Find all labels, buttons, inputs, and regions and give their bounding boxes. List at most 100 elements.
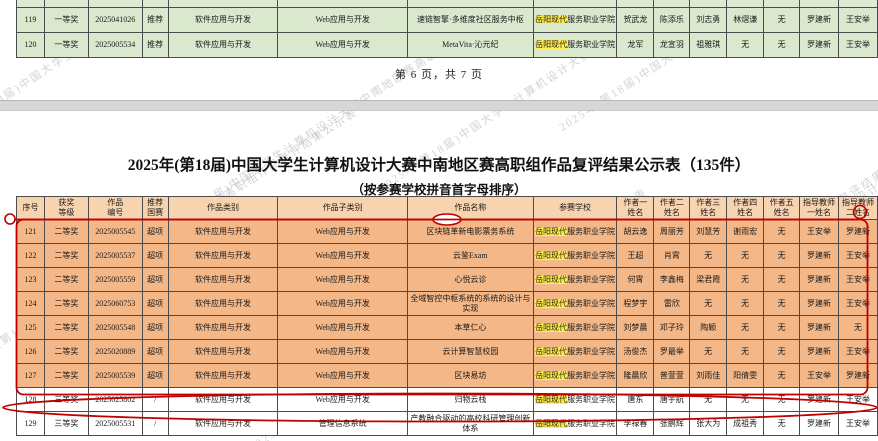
cell-author1: 程梦宇	[617, 292, 654, 316]
cell-category: 软件应用与开发	[168, 33, 278, 58]
school-highlight: 岳阳现代	[535, 419, 567, 428]
cell-teacher1: 罗建新	[800, 340, 839, 364]
cell-no	[17, 0, 45, 8]
cell-title	[408, 0, 534, 8]
cell-school	[533, 0, 617, 8]
cell-rec: /	[142, 412, 168, 436]
page-separator	[0, 100, 878, 111]
cell-teacher2: 王安举	[838, 412, 877, 436]
cell-author1: 贺武龙	[617, 8, 654, 33]
clipped-row	[17, 0, 878, 8]
header-award: 获奖 等级	[44, 197, 88, 220]
cell-rec: 超项	[142, 364, 168, 388]
cell-author3: 祖雅琪	[690, 33, 727, 58]
header-category: 作品类别	[168, 197, 278, 220]
cell-author2: 张鹏辉	[654, 412, 690, 436]
cell-school: 岳阳现代服务职业学院	[533, 8, 617, 33]
cell-author5: 无	[764, 220, 800, 244]
school-highlight: 岳阳现代	[535, 395, 567, 404]
cell-category: 软件应用与开发	[168, 388, 278, 412]
cell-author4: 成祖秀	[727, 412, 764, 436]
cell-title: 云鉴Exam	[408, 244, 534, 268]
table-row: 125二等奖2025005548超项软件应用与开发Web应用与开发本草仁心岳阳现…	[17, 316, 878, 340]
cell-category: 软件应用与开发	[168, 220, 278, 244]
cell-rec	[142, 0, 168, 8]
cell-author3: 张大为	[690, 412, 727, 436]
cell-rec: 超项	[142, 220, 168, 244]
cell-teacher1: 罗建新	[800, 292, 839, 316]
cell-teacher2: 无	[838, 316, 877, 340]
cell-title: 本草仁心	[408, 316, 534, 340]
cell-rec: 推荐	[142, 33, 168, 58]
cell-subcategory: Web应用与开发	[278, 8, 408, 33]
cell-no: 123	[17, 268, 45, 292]
cell-subcategory: Web应用与开发	[278, 292, 408, 316]
cell-code: 2025005534	[88, 33, 142, 58]
cell-author5: 无	[764, 268, 800, 292]
cell-teacher2: 王安举	[838, 292, 877, 316]
cell-title: 产教融合驱动的高校科研管理创新体系	[408, 412, 534, 436]
cell-code: 2025005531	[88, 412, 142, 436]
school-highlight: 岳阳现代	[535, 40, 567, 49]
cell-title: 速链智擎·多维度社区服务中枢	[408, 8, 534, 33]
cell-teacher1: 罗建新	[800, 33, 839, 58]
cell-school: 岳阳现代服务职业学院	[533, 364, 617, 388]
cell-award	[44, 0, 88, 8]
cell-author2: 普萱萱	[654, 364, 690, 388]
cell-school: 岳阳现代服务职业学院	[533, 244, 617, 268]
cell-code: 2025060753	[88, 292, 142, 316]
cell-title: 全域智控中枢系统的系统的设计与实现	[408, 292, 534, 316]
cell-teacher1	[800, 0, 839, 8]
cell-author5	[764, 0, 800, 8]
cell-author4: 无	[727, 33, 764, 58]
cell-award: 二等奖	[44, 316, 88, 340]
cell-author2: 周丽芳	[654, 220, 690, 244]
cell-no: 127	[17, 364, 45, 388]
cell-author5: 无	[764, 412, 800, 436]
cell-author1: 刘梦晨	[617, 316, 654, 340]
cell-author2: 雷欣	[654, 292, 690, 316]
cell-subcategory	[278, 0, 408, 8]
cell-subcategory: Web应用与开发	[278, 268, 408, 292]
cell-subcategory: Web应用与开发	[278, 220, 408, 244]
cell-teacher1: 王安举	[800, 364, 839, 388]
cell-author3	[690, 0, 727, 8]
cell-author5: 无	[764, 316, 800, 340]
cell-code: 2025005545	[88, 220, 142, 244]
cell-teacher1: 王安举	[800, 220, 839, 244]
cell-rec: 超项	[142, 244, 168, 268]
cell-category: 软件应用与开发	[168, 316, 278, 340]
cell-teacher2: 王安举	[838, 340, 877, 364]
cell-subcategory: Web应用与开发	[278, 388, 408, 412]
cell-author4: 无	[727, 292, 764, 316]
cell-author4: 无	[727, 388, 764, 412]
cell-author1: 李禄春	[617, 412, 654, 436]
cell-no: 121	[17, 220, 45, 244]
cell-code: 2025005559	[88, 268, 142, 292]
cell-award: 一等奖	[44, 33, 88, 58]
cell-author3: 刘志勇	[690, 8, 727, 33]
table-row: 129三等奖2025005531/软件应用与开发管理信息系统产教融合驱动的高校科…	[17, 412, 878, 436]
cell-award: 二等奖	[44, 220, 88, 244]
cell-author1: 汤俊杰	[617, 340, 654, 364]
cell-author4: 无	[727, 340, 764, 364]
school-highlight: 岳阳现代	[535, 371, 567, 380]
header-author3: 作者三 姓名	[690, 197, 727, 220]
cell-subcategory: Web应用与开发	[278, 316, 408, 340]
header-title: 作品名称	[408, 197, 534, 220]
cell-title: 归物云栈	[408, 388, 534, 412]
cell-author1: 唐东	[617, 388, 654, 412]
cell-author1: 王超	[617, 244, 654, 268]
cell-teacher2: 罗建新	[838, 364, 877, 388]
cell-rec: 超项	[142, 292, 168, 316]
table-row: 124二等奖2025060753超项软件应用与开发Web应用与开发全域智控中枢系…	[17, 292, 878, 316]
cell-author5: 无	[764, 244, 800, 268]
cell-author2: 邓子玲	[654, 316, 690, 340]
cell-teacher1: 罗建新	[800, 412, 839, 436]
document-viewer: 2025年(第18届)中国大学生计算机设计大赛中南地区赛高职组作品复评结果公示表…	[0, 0, 878, 441]
cell-author2	[654, 0, 690, 8]
header-author2: 作者二 姓名	[654, 197, 690, 220]
cell-rec: /	[142, 388, 168, 412]
cell-author1: 胡云逸	[617, 220, 654, 244]
header-no: 序号	[17, 197, 45, 220]
